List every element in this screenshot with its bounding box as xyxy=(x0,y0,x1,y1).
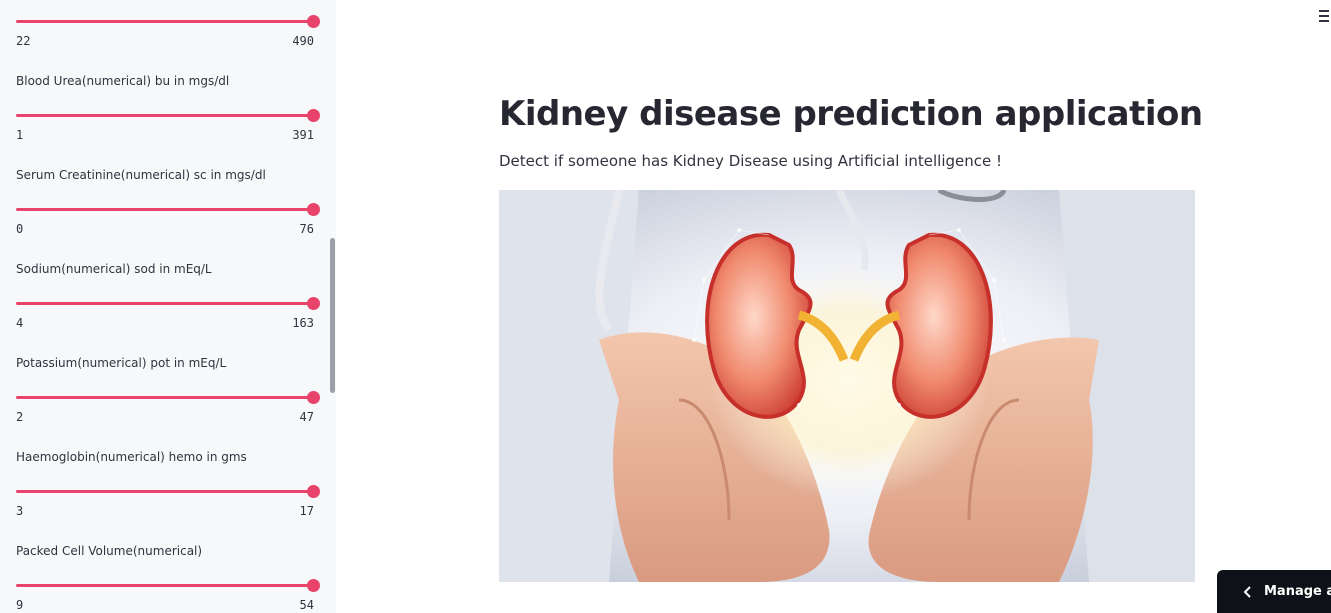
slider-thumb[interactable] xyxy=(307,297,320,310)
slider-min-value: 0 xyxy=(16,222,24,236)
slider-max-value: 17 xyxy=(299,504,314,518)
slider-track[interactable] xyxy=(16,114,314,117)
chevron-left-icon xyxy=(1243,586,1251,598)
slider-min-value: 22 xyxy=(16,34,31,48)
slider-max-value: 76 xyxy=(299,222,314,236)
slider-track[interactable] xyxy=(16,20,314,23)
slider-thumb[interactable] xyxy=(307,579,320,592)
slider-label: Potassium(numerical) pot in mEq/L xyxy=(16,356,227,370)
slider-thumb[interactable] xyxy=(307,203,320,216)
slider-thumb[interactable] xyxy=(307,485,320,498)
page-title: Kidney disease prediction application xyxy=(499,94,1203,134)
slider-track[interactable] xyxy=(16,490,314,493)
sidebar: 22 490 Blood Urea(numerical) bu in mgs/d… xyxy=(0,0,336,613)
slider-max-value: 47 xyxy=(299,410,314,424)
kidney-hands-image xyxy=(499,190,1195,582)
hamburger-icon[interactable] xyxy=(1319,10,1331,24)
manage-app-label: Manage app xyxy=(1264,584,1331,599)
slider-thumb[interactable] xyxy=(307,109,320,122)
slider-min-value: 1 xyxy=(16,128,24,142)
slider-max-value: 163 xyxy=(292,316,314,330)
slider-label: Haemoglobin(numerical) hemo in gms xyxy=(16,450,247,464)
page-subtitle: Detect if someone has Kidney Disease usi… xyxy=(499,152,1003,170)
slider-thumb[interactable] xyxy=(307,391,320,404)
slider-min-value: 9 xyxy=(16,598,24,612)
slider-track[interactable] xyxy=(16,302,314,305)
slider-thumb[interactable] xyxy=(307,15,320,28)
slider-max-value: 391 xyxy=(292,128,314,142)
slider-track[interactable] xyxy=(16,584,314,587)
slider-max-value: 490 xyxy=(292,34,314,48)
slider-min-value: 2 xyxy=(16,410,24,424)
slider-track[interactable] xyxy=(16,396,314,399)
sidebar-scrollbar[interactable] xyxy=(330,238,335,393)
slider-label: Serum Creatinine(numerical) sc in mgs/dl xyxy=(16,168,266,182)
kidney-illustration xyxy=(499,190,1195,582)
slider-max-value: 54 xyxy=(299,598,314,612)
slider-min-value: 3 xyxy=(16,504,24,518)
slider-min-value: 4 xyxy=(16,316,24,330)
manage-app-button[interactable]: Manage app xyxy=(1217,570,1331,613)
slider-label: Sodium(numerical) sod in mEq/L xyxy=(16,262,212,276)
slider-label: Blood Urea(numerical) bu in mgs/dl xyxy=(16,74,230,88)
slider-label: Packed Cell Volume(numerical) xyxy=(16,544,203,558)
slider-track[interactable] xyxy=(16,208,314,211)
